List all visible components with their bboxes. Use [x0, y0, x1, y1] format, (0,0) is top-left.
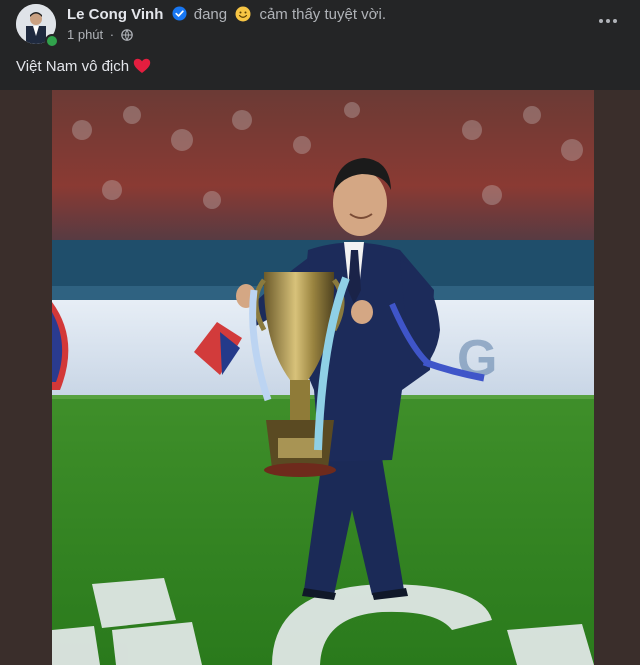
author-line: Le Cong Vinh đang cảm thấy tuyệt vời.: [67, 6, 386, 26]
facebook-post: Le Cong Vinh đang cảm thấy tuyệt vời. 1 …: [0, 0, 640, 665]
author-name[interactable]: Le Cong Vinh: [67, 6, 163, 23]
photo-scene: G: [52, 90, 594, 665]
globe-icon[interactable]: [120, 29, 133, 44]
meta-separator: ·: [109, 27, 115, 42]
post-meta: 1 phút ·: [67, 28, 133, 44]
post-caption: Việt Nam vô địch: [16, 58, 151, 79]
post-header: Le Cong Vinh đang cảm thấy tuyệt vời. 1 …: [0, 0, 640, 50]
post-timestamp[interactable]: 1 phút: [67, 27, 103, 42]
feeling-label[interactable]: cảm thấy tuyệt vời.: [259, 6, 386, 23]
post-photo[interactable]: G: [52, 90, 594, 665]
smiley-emoji-icon: [235, 6, 251, 22]
verified-badge-icon: [172, 6, 187, 26]
heart-emoji-icon: [133, 58, 151, 79]
caption-text: Việt Nam vô địch: [16, 58, 130, 75]
more-options-icon[interactable]: [594, 10, 622, 32]
online-status-dot: [45, 34, 59, 48]
feeling-prefix: đang: [193, 6, 228, 23]
